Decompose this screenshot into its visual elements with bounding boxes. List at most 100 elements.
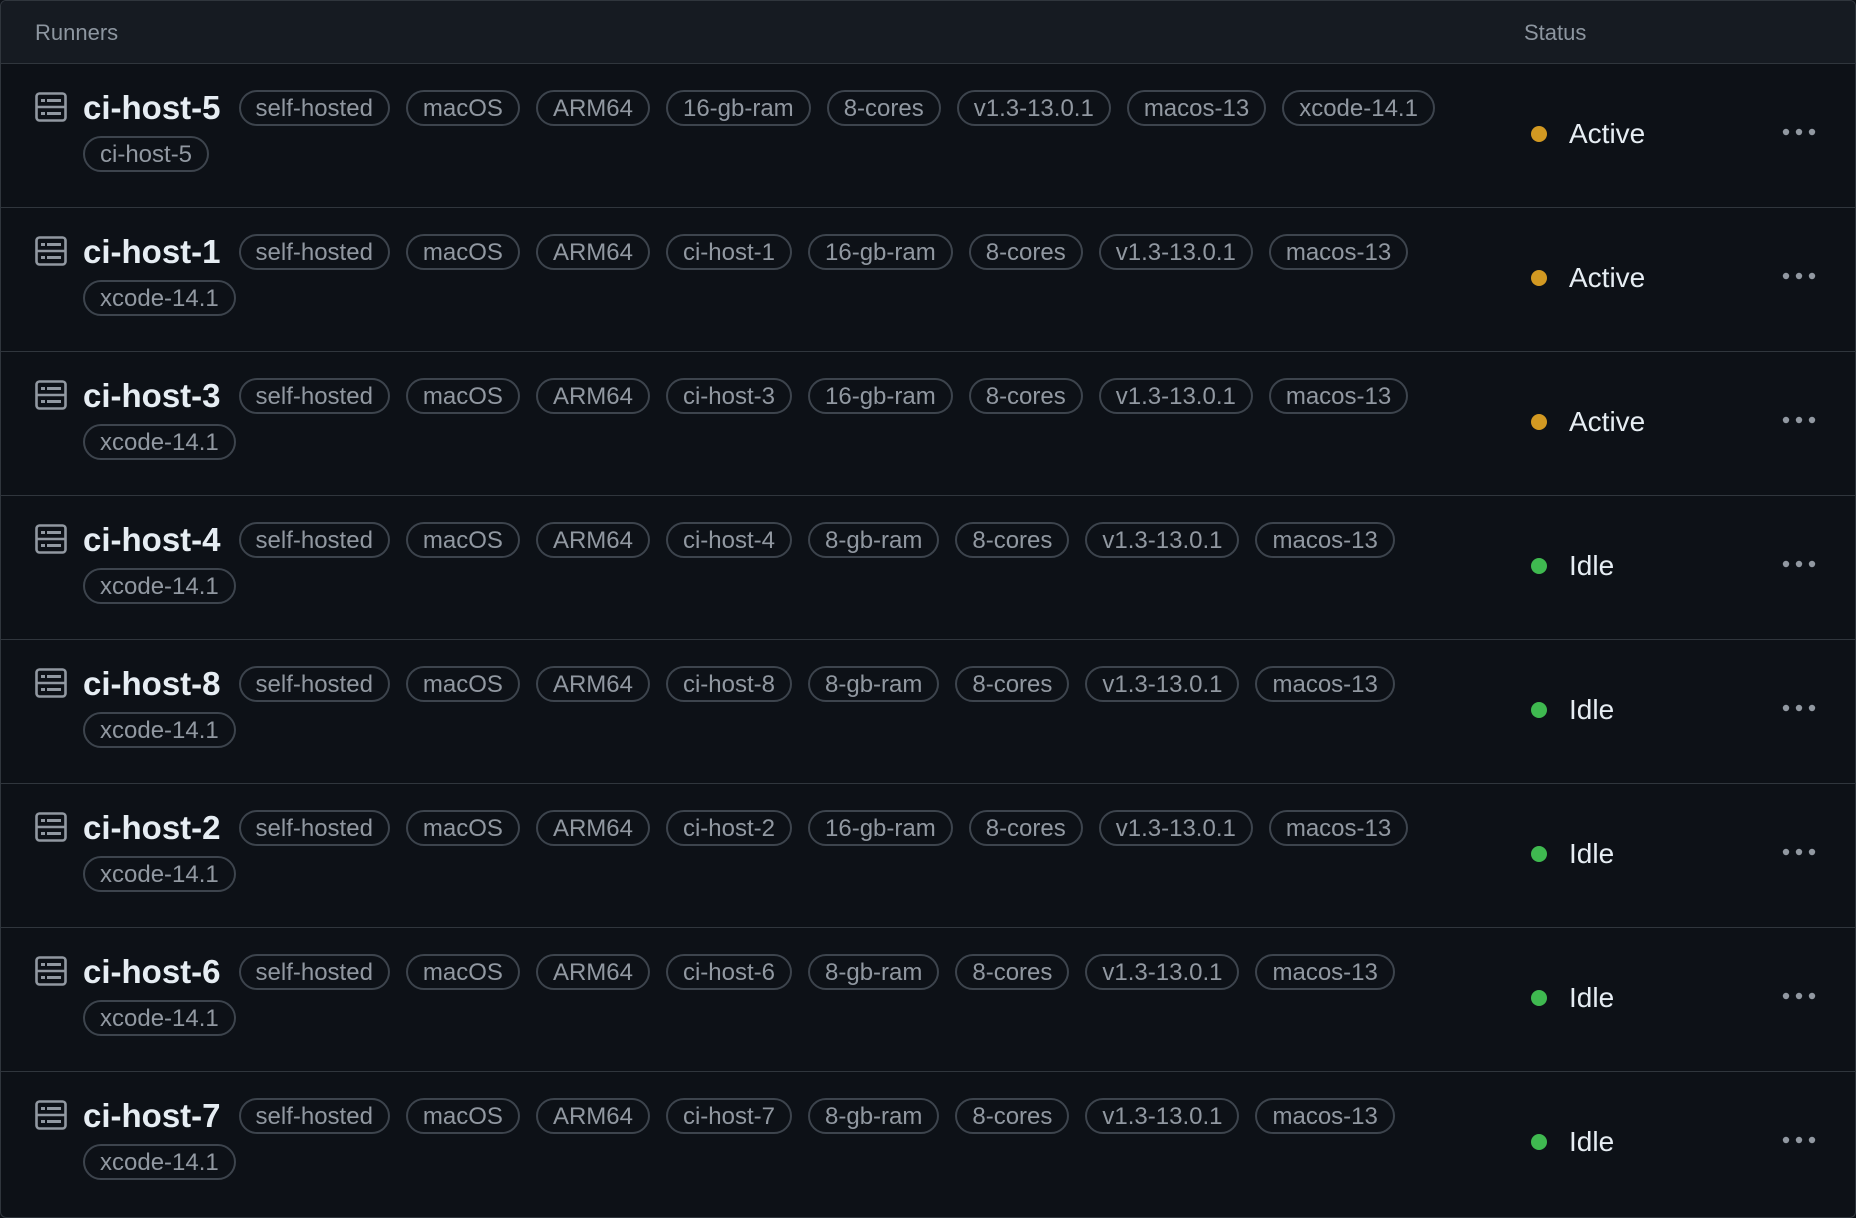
runner-name-link[interactable]: ci-host-7 bbox=[83, 1096, 221, 1136]
runner-label: ci-host-3 bbox=[665, 378, 792, 414]
server-icon bbox=[35, 1100, 67, 1130]
status-dot-icon bbox=[1531, 990, 1547, 1006]
runner-label: macOS bbox=[405, 810, 520, 846]
runner-status: Idle bbox=[1531, 982, 1614, 1014]
runner-label: self-hosted bbox=[238, 234, 390, 270]
kebab-horizontal-icon bbox=[1782, 1136, 1816, 1144]
runner-label: 8-gb-ram bbox=[808, 954, 940, 990]
runner-label: v1.3-13.0.1 bbox=[1085, 954, 1240, 990]
runner-name-and-labels: ci-host-8 self-hosted macOS ARM64 ci-host-8… bbox=[83, 664, 1503, 748]
runner-label: self-hosted bbox=[238, 378, 390, 414]
runner-actions-button[interactable] bbox=[1771, 688, 1827, 728]
runner-actions-button[interactable] bbox=[1771, 1120, 1827, 1160]
status-dot-icon bbox=[1531, 270, 1547, 286]
runner-actions-button[interactable] bbox=[1771, 256, 1827, 296]
status-text: Idle bbox=[1569, 694, 1615, 725]
status-text: Idle bbox=[1569, 982, 1615, 1013]
runner-label: ci-host-7 bbox=[665, 1098, 792, 1134]
kebab-horizontal-icon bbox=[1782, 128, 1816, 136]
runner-label: ci-host-1 bbox=[665, 234, 792, 270]
server-icon bbox=[35, 956, 67, 986]
runner-label: 8-gb-ram bbox=[808, 666, 940, 702]
kebab-horizontal-icon bbox=[1782, 416, 1816, 424]
server-icon bbox=[35, 812, 67, 842]
runner-label: 8-cores bbox=[955, 1098, 1070, 1134]
status-text: Idle bbox=[1569, 1126, 1615, 1157]
runner-row: ci-host-8 self-hosted macOS ARM64 ci-host-8… bbox=[1, 640, 1855, 784]
runner-label: xcode-14.1 bbox=[83, 856, 236, 892]
status-text: Active bbox=[1569, 406, 1646, 437]
runner-name-link[interactable]: ci-host-8 bbox=[83, 664, 221, 704]
table-header: Runners Status bbox=[1, 1, 1855, 64]
runner-label: self-hosted bbox=[238, 954, 390, 990]
runner-label: 8-cores bbox=[955, 666, 1070, 702]
runner-label: macos-13 bbox=[1268, 234, 1409, 270]
runner-label: xcode-14.1 bbox=[1282, 90, 1435, 126]
runner-label: self-hosted bbox=[238, 522, 390, 558]
runner-label: xcode-14.1 bbox=[83, 1000, 236, 1036]
kebab-horizontal-icon bbox=[1782, 560, 1816, 568]
runner-label: macos-13 bbox=[1255, 954, 1395, 990]
runner-label: 16-gb-ram bbox=[665, 90, 811, 126]
runner-label: macos-13 bbox=[1268, 810, 1409, 846]
runner-label: macos-13 bbox=[1255, 1098, 1395, 1134]
runner-label: macOS bbox=[405, 1098, 520, 1134]
runner-row: ci-host-3 self-hosted macOS ARM64 ci-host-3… bbox=[1, 352, 1855, 496]
runner-status: Active bbox=[1531, 406, 1645, 438]
runner-label: macos-13 bbox=[1255, 522, 1395, 558]
runner-label: ci-host-5 bbox=[83, 136, 210, 172]
runner-label: macOS bbox=[405, 954, 520, 990]
runner-name-link[interactable]: ci-host-1 bbox=[83, 232, 221, 272]
runner-label: v1.3-13.0.1 bbox=[1085, 666, 1240, 702]
status-text: Active bbox=[1569, 262, 1646, 293]
runner-label: 8-cores bbox=[955, 522, 1070, 558]
runner-label: ARM64 bbox=[535, 522, 650, 558]
status-dot-icon bbox=[1531, 558, 1547, 574]
kebab-horizontal-icon bbox=[1782, 272, 1816, 280]
kebab-horizontal-icon bbox=[1782, 848, 1816, 856]
runner-label: 16-gb-ram bbox=[808, 378, 953, 414]
runner-label: self-hosted bbox=[238, 90, 390, 126]
runner-actions-button[interactable] bbox=[1771, 112, 1827, 152]
status-dot-icon bbox=[1531, 846, 1547, 862]
runner-actions-button[interactable] bbox=[1771, 544, 1827, 584]
runner-label: 8-gb-ram bbox=[808, 1098, 940, 1134]
runner-label: v1.3-13.0.1 bbox=[1085, 1098, 1240, 1134]
runner-actions-button[interactable] bbox=[1771, 832, 1827, 872]
runner-name-link[interactable]: ci-host-3 bbox=[83, 376, 221, 416]
runner-name-and-labels: ci-host-7 self-hosted macOS ARM64 ci-host-7… bbox=[83, 1096, 1503, 1180]
runner-status: Idle bbox=[1531, 694, 1614, 726]
runner-label: ARM64 bbox=[535, 810, 650, 846]
runner-label: macos-13 bbox=[1268, 378, 1409, 414]
runner-actions-button[interactable] bbox=[1771, 400, 1827, 440]
runner-label: 8-cores bbox=[955, 954, 1070, 990]
runner-name-and-labels: ci-host-1 self-hosted macOS ARM64 ci-host-1… bbox=[83, 232, 1503, 316]
runner-label: ci-host-6 bbox=[665, 954, 792, 990]
runner-status: Idle bbox=[1531, 838, 1614, 870]
runner-name-link[interactable]: ci-host-6 bbox=[83, 952, 221, 992]
runner-label: ci-host-2 bbox=[665, 810, 792, 846]
runner-label: macOS bbox=[405, 378, 520, 414]
runner-name-and-labels: ci-host-5 self-hosted macOS ARM64 16-gb-ram… bbox=[83, 88, 1503, 172]
runner-label: 8-cores bbox=[968, 234, 1083, 270]
runner-actions-button[interactable] bbox=[1771, 976, 1827, 1016]
runner-name-and-labels: ci-host-3 self-hosted macOS ARM64 ci-host-3… bbox=[83, 376, 1503, 460]
status-dot-icon bbox=[1531, 414, 1547, 430]
server-icon bbox=[35, 668, 67, 698]
runner-status: Idle bbox=[1531, 550, 1614, 582]
runner-label: xcode-14.1 bbox=[83, 1144, 236, 1180]
runner-label: v1.3-13.0.1 bbox=[1098, 378, 1253, 414]
runner-name-link[interactable]: ci-host-4 bbox=[83, 520, 221, 560]
runner-row: ci-host-6 self-hosted macOS ARM64 ci-host-6… bbox=[1, 928, 1855, 1072]
runner-label: xcode-14.1 bbox=[83, 280, 236, 316]
status-text: Idle bbox=[1569, 838, 1615, 869]
runner-label: 16-gb-ram bbox=[808, 234, 953, 270]
runner-label: xcode-14.1 bbox=[83, 712, 236, 748]
runner-label: macOS bbox=[405, 90, 520, 126]
runner-label: xcode-14.1 bbox=[83, 424, 236, 460]
runner-label: 8-cores bbox=[968, 378, 1083, 414]
runner-name-link[interactable]: ci-host-2 bbox=[83, 808, 221, 848]
runner-name-link[interactable]: ci-host-5 bbox=[83, 88, 221, 128]
runner-label: ci-host-8 bbox=[665, 666, 792, 702]
runner-label: 8-cores bbox=[968, 810, 1083, 846]
